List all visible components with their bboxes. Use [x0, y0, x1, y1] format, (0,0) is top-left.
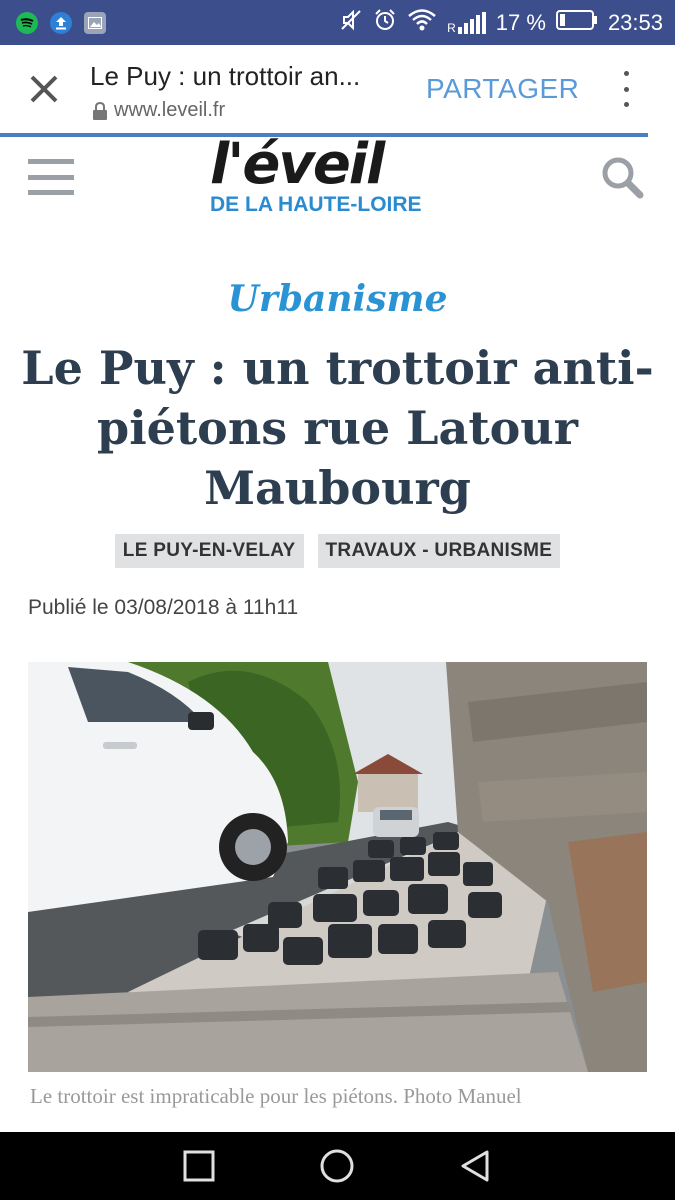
- clock: 23:53: [607, 9, 663, 35]
- menu-icon[interactable]: [28, 159, 74, 195]
- page-title: Le Puy : un trottoir an...: [90, 61, 361, 91]
- article-category[interactable]: Urbanisme: [0, 278, 675, 320]
- search-button[interactable]: [600, 155, 646, 201]
- recent-apps-button[interactable]: [179, 1146, 219, 1186]
- status-bar: R 17 % 23:53: [0, 0, 675, 45]
- battery-icon: [555, 9, 598, 37]
- article-tags: LE PUY-EN-VELAY TRAVAUX - URBANISME: [0, 534, 675, 568]
- site-logo-subtitle: DE LA HAUTE-LOIRE: [210, 193, 422, 216]
- more-icon[interactable]: [612, 71, 640, 107]
- photo-caption: Le trottoir est impraticable pour les pi…: [30, 1084, 522, 1108]
- network-label: R: [447, 20, 456, 35]
- site-logo[interactable]: l'éveil: [210, 137, 385, 193]
- home-button[interactable]: [317, 1146, 357, 1186]
- url-text: www.leveil.fr: [114, 99, 226, 121]
- close-icon: [30, 75, 58, 103]
- article-photo[interactable]: [28, 662, 647, 1072]
- tag-travaux-urbanisme[interactable]: TRAVAUX - URBANISME: [317, 534, 561, 568]
- navigation-bar: [0, 1132, 675, 1200]
- lock-icon: [93, 101, 107, 120]
- home-icon: [320, 1149, 354, 1183]
- alarm-icon: [373, 8, 397, 38]
- upload-icon: [50, 11, 72, 34]
- tag-le-puy-en-velay[interactable]: LE PUY-EN-VELAY: [114, 534, 304, 568]
- battery-percent: 17 %: [495, 9, 546, 35]
- search-icon: [602, 157, 644, 199]
- recent-apps-icon: [183, 1150, 215, 1182]
- mute-icon: [339, 8, 363, 38]
- article-headline: Le Puy : un trottoir anti-piétons rue La…: [21, 341, 654, 515]
- share-button[interactable]: PARTAGER: [426, 73, 579, 105]
- back-icon: [461, 1150, 489, 1182]
- url-display: www.leveil.fr: [92, 99, 225, 122]
- gallery-icon: [84, 11, 106, 34]
- signal-icon: R: [447, 11, 486, 35]
- publish-date: Publié le 03/08/2018 à 11h11: [28, 596, 299, 619]
- browser-toolbar: Le Puy : un trottoir an... www.leveil.fr…: [0, 45, 675, 135]
- wifi-icon: [407, 8, 437, 38]
- site-header: l'éveil DE LA HAUTE-LOIRE: [0, 137, 675, 237]
- close-button[interactable]: [22, 67, 66, 111]
- spotify-icon: [16, 11, 38, 34]
- back-button[interactable]: [456, 1146, 496, 1186]
